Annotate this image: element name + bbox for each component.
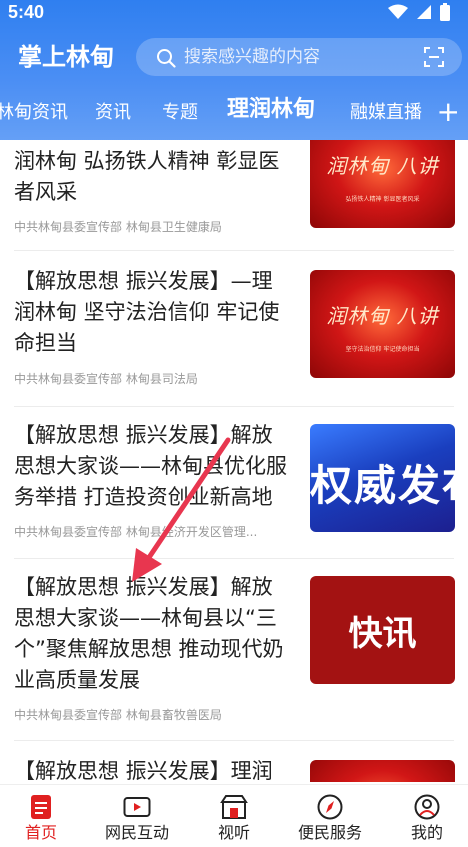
home-doc-icon <box>31 795 51 819</box>
divider <box>14 250 454 251</box>
article-meta: 中共林甸县委宣传部 林甸县卫生健康局 <box>14 220 222 234</box>
nav-label: 网民互动 <box>104 823 169 842</box>
compass-icon <box>317 794 343 820</box>
thumbnail-subtitle: 弘扬铁人精神 彰显医者风采 <box>345 196 420 203</box>
nav-label: 视听 <box>217 823 250 842</box>
status-icons <box>388 3 450 21</box>
article-title: 润林甸 弘扬铁人精神 彰显医者风采 <box>14 149 280 204</box>
search-bar[interactable]: 搜索感兴趣的内容 <box>136 38 462 76</box>
thumbnail-caption: 润林甸 八讲 <box>326 304 439 328</box>
bottom-navigation: 首页 网民互动 视听 便民服务 我的 <box>0 784 468 847</box>
app-title: 掌上林甸 <box>18 43 114 71</box>
wifi-icon <box>388 4 408 19</box>
nav-av[interactable]: 视听 <box>187 793 281 845</box>
status-bar: 5:40 <box>0 0 468 26</box>
divider <box>14 558 454 559</box>
nav-label: 我的 <box>410 823 443 842</box>
add-tab-icon[interactable]: + <box>437 98 460 126</box>
search-placeholder: 搜索感兴趣的内容 <box>184 47 320 67</box>
nav-interaction[interactable]: 网民互动 <box>90 793 184 845</box>
tab-news[interactable]: 资讯 <box>95 100 131 126</box>
article-meta: 中共林甸县委宣传部 林甸县司法局 <box>14 372 198 386</box>
article-thumbnail <box>310 760 455 782</box>
article-thumbnail: 润林甸 八讲 弘扬铁人精神 彰显医者风采 <box>310 140 455 228</box>
tab-linxian-news[interactable]: 林甸资讯 <box>0 100 68 126</box>
article-feed[interactable]: 润林甸 弘扬铁人精神 彰显医者风采 中共林甸县委宣传部 林甸县卫生健康局 润林甸… <box>0 140 468 782</box>
channel-tabs: 林甸资讯 资讯 专题 理润林甸 融媒直播 + <box>0 92 468 138</box>
user-icon <box>414 794 440 820</box>
tab-lirun-lindian[interactable]: 理润林甸 <box>227 97 315 123</box>
article-meta: 中共林甸县委宣传部 林甸县畜牧兽医局 <box>14 708 222 722</box>
signal-icon <box>417 5 431 19</box>
tv-store-icon <box>220 795 248 819</box>
status-time: 5:40 <box>8 2 45 22</box>
tab-live[interactable]: 融媒直播 <box>350 100 422 126</box>
nav-label: 便民服务 <box>297 823 362 842</box>
search-icon <box>157 49 176 68</box>
nav-home[interactable]: 首页 <box>0 793 88 845</box>
article-title: 【解放思想 振兴发展】解放思想大家谈——林甸县以“三个”聚焦解放思想 推动现代奶… <box>14 575 284 692</box>
nav-label: 首页 <box>24 823 57 842</box>
article-thumbnail: 权威发布 <box>310 424 455 532</box>
article-title: 【解放思想 振兴发展】理润 <box>14 759 273 782</box>
article-thumbnail: 润林甸 八讲 坚守法治信仰 牢记使命担当 <box>310 270 455 378</box>
thumbnail-subtitle: 坚守法治信仰 牢记使命担当 <box>345 346 420 353</box>
thumbnail-caption: 润林甸 八讲 <box>326 154 439 178</box>
article-title: 【解放思想 振兴发展】—理润林甸 坚守法治信仰 牢记使命担当 <box>14 269 280 355</box>
app-header: 5:40 掌上林甸 搜索感兴趣的内容 林甸资讯 资讯 专题 理润林甸 融媒直播 … <box>0 0 468 152</box>
thumbnail-caption: 权威发布 <box>310 461 455 510</box>
tab-topics[interactable]: 专题 <box>162 100 198 126</box>
divider <box>14 406 454 407</box>
nav-profile[interactable]: 我的 <box>380 793 468 845</box>
article-thumbnail: 快讯 <box>310 576 455 684</box>
video-icon <box>123 797 151 817</box>
divider <box>14 740 454 741</box>
thumbnail-caption: 快讯 <box>348 614 417 654</box>
scan-icon[interactable] <box>424 47 444 67</box>
article-meta: 中共林甸县委宣传部 林甸县经济开发区管理... <box>14 525 258 539</box>
battery-icon <box>440 3 450 21</box>
article-title: 【解放思想 振兴发展】解放思想大家谈——林甸县优化服务举措 打造投资创业新高地 <box>14 423 287 509</box>
nav-services[interactable]: 便民服务 <box>283 793 377 845</box>
